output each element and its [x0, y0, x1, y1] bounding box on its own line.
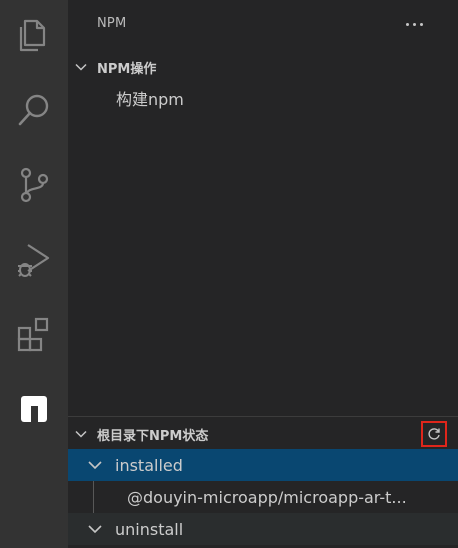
tree-item-label: @douyin-microapp/microapp-ar-t...: [127, 487, 407, 507]
more-dot-icon: [419, 22, 423, 26]
source-control-icon: [20, 167, 49, 203]
app-window: NPM NPM操作 构建npm 根目录下NPM状态 installed @dou…: [0, 0, 458, 548]
refresh-button[interactable]: [421, 421, 447, 447]
chevron-down-icon: [86, 520, 104, 538]
files-icon: [19, 19, 46, 52]
run-debug-icon: [18, 244, 50, 277]
more-dot-icon: [412, 22, 416, 26]
source-control-button[interactable]: [0, 155, 68, 215]
run-debug-button[interactable]: [0, 229, 68, 289]
section-title: NPM操作: [97, 61, 157, 77]
npm-status-panel: 根目录下NPM状态 installed @douyin-microapp/mic…: [68, 416, 458, 548]
section-title: 根目录下NPM状态: [97, 428, 209, 444]
indent-guide: [93, 481, 94, 513]
tree-item-build-npm[interactable]: 构建npm: [68, 86, 458, 110]
extensions-icon: [17, 317, 49, 352]
npm-view-button[interactable]: [0, 379, 68, 439]
tree-group-label: uninstall: [115, 519, 184, 539]
tree-item-label: 构建npm: [116, 90, 184, 109]
sidebar-header: NPM: [68, 0, 458, 50]
search-icon: [18, 94, 49, 126]
chevron-down-icon: [72, 58, 90, 76]
explorer-button[interactable]: [0, 4, 68, 64]
tree-group-label: installed: [115, 455, 183, 475]
search-button[interactable]: [0, 80, 68, 140]
sidebar: NPM NPM操作 构建npm 根目录下NPM状态 installed @dou…: [68, 0, 458, 548]
more-actions-button[interactable]: [402, 12, 426, 36]
section-header-npm-status[interactable]: 根目录下NPM状态: [68, 423, 458, 445]
chevron-down-icon: [86, 456, 104, 474]
section-header-npm-actions[interactable]: NPM操作: [68, 56, 458, 78]
npm-icon: [21, 396, 47, 422]
activity-bar: [0, 0, 68, 548]
sidebar-title: NPM: [97, 16, 127, 31]
more-dot-icon: [405, 22, 409, 26]
extensions-button[interactable]: [0, 304, 68, 364]
chevron-down-icon: [72, 425, 90, 443]
tree-item-installed-package[interactable]: @douyin-microapp/microapp-ar-t...: [68, 481, 458, 513]
refresh-icon: [428, 428, 440, 440]
tree-group-uninstall[interactable]: uninstall: [68, 513, 458, 545]
tree-group-installed[interactable]: installed: [68, 449, 458, 481]
